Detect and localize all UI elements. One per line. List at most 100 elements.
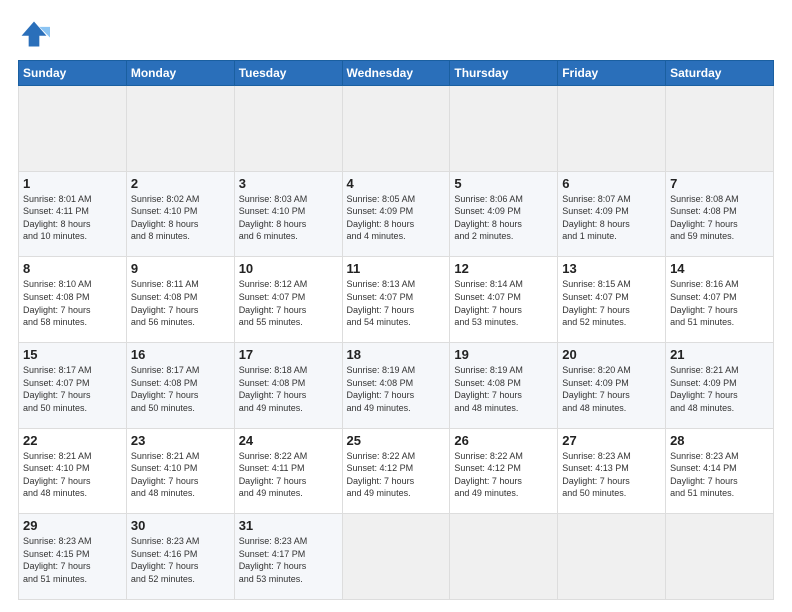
header: [18, 18, 774, 50]
day-info: Sunrise: 8:20 AM Sunset: 4:09 PM Dayligh…: [562, 364, 661, 414]
page: SundayMondayTuesdayWednesdayThursdayFrid…: [0, 0, 792, 612]
day-info: Sunrise: 8:23 AM Sunset: 4:15 PM Dayligh…: [23, 535, 122, 585]
day-number: 8: [23, 261, 122, 276]
day-info: Sunrise: 8:19 AM Sunset: 4:08 PM Dayligh…: [347, 364, 446, 414]
calendar-week-row: 1 Sunrise: 8:01 AM Sunset: 4:11 PM Daylig…: [19, 171, 774, 257]
calendar-cell: 19 Sunrise: 8:19 AM Sunset: 4:08 PM Dayli…: [450, 342, 558, 428]
calendar-cell: 18 Sunrise: 8:19 AM Sunset: 4:08 PM Dayli…: [342, 342, 450, 428]
calendar-cell: 24Sunrise: 8:22 AM Sunset: 4:11 PM Dayli…: [234, 428, 342, 514]
day-number: 30: [131, 518, 230, 533]
calendar-cell: 1 Sunrise: 8:01 AM Sunset: 4:11 PM Daylig…: [19, 171, 127, 257]
calendar-cell: [450, 86, 558, 172]
calendar-cell: 7 Sunrise: 8:08 AM Sunset: 4:08 PM Daylig…: [666, 171, 774, 257]
day-info: Sunrise: 8:22 AM Sunset: 4:11 PM Dayligh…: [239, 450, 338, 500]
day-number: 25: [347, 433, 446, 448]
calendar-header-row: SundayMondayTuesdayWednesdayThursdayFrid…: [19, 61, 774, 86]
calendar-cell: 15 Sunrise: 8:17 AM Sunset: 4:07 PM Dayli…: [19, 342, 127, 428]
day-info: Sunrise: 8:15 AM Sunset: 4:07 PM Dayligh…: [562, 278, 661, 328]
day-info: Sunrise: 8:14 AM Sunset: 4:07 PM Dayligh…: [454, 278, 553, 328]
day-info: Sunrise: 8:23 AM Sunset: 4:17 PM Dayligh…: [239, 535, 338, 585]
day-info: Sunrise: 8:17 AM Sunset: 4:08 PM Dayligh…: [131, 364, 230, 414]
calendar-cell: 2 Sunrise: 8:02 AM Sunset: 4:10 PM Daylig…: [126, 171, 234, 257]
day-info: Sunrise: 8:19 AM Sunset: 4:08 PM Dayligh…: [454, 364, 553, 414]
day-number: 1: [23, 176, 122, 191]
day-number: 11: [347, 261, 446, 276]
logo-icon: [18, 18, 50, 50]
day-info: Sunrise: 8:02 AM Sunset: 4:10 PM Dayligh…: [131, 193, 230, 243]
calendar-cell: 23 Sunrise: 8:21 AM Sunset: 4:10 PM Dayli…: [126, 428, 234, 514]
calendar-cell: 3 Sunrise: 8:03 AM Sunset: 4:10 PM Daylig…: [234, 171, 342, 257]
calendar-cell: [126, 86, 234, 172]
calendar-header-wednesday: Wednesday: [342, 61, 450, 86]
day-info: Sunrise: 8:22 AM Sunset: 4:12 PM Dayligh…: [454, 450, 553, 500]
calendar-cell: 21Sunrise: 8:21 AM Sunset: 4:09 PM Dayli…: [666, 342, 774, 428]
calendar-cell: [558, 514, 666, 600]
day-number: 20: [562, 347, 661, 362]
day-number: 14: [670, 261, 769, 276]
day-info: Sunrise: 8:01 AM Sunset: 4:11 PM Dayligh…: [23, 193, 122, 243]
day-number: 5: [454, 176, 553, 191]
calendar-cell: [342, 514, 450, 600]
logo: [18, 18, 54, 50]
day-number: 9: [131, 261, 230, 276]
day-number: 28: [670, 433, 769, 448]
calendar-cell: 13 Sunrise: 8:15 AM Sunset: 4:07 PM Dayli…: [558, 257, 666, 343]
day-info: Sunrise: 8:23 AM Sunset: 4:13 PM Dayligh…: [562, 450, 661, 500]
day-info: Sunrise: 8:05 AM Sunset: 4:09 PM Dayligh…: [347, 193, 446, 243]
calendar-week-row: 8Sunrise: 8:10 AM Sunset: 4:08 PM Daylig…: [19, 257, 774, 343]
day-number: 31: [239, 518, 338, 533]
calendar-cell: 31 Sunrise: 8:23 AM Sunset: 4:17 PM Dayli…: [234, 514, 342, 600]
day-info: Sunrise: 8:21 AM Sunset: 4:10 PM Dayligh…: [131, 450, 230, 500]
day-info: Sunrise: 8:23 AM Sunset: 4:16 PM Dayligh…: [131, 535, 230, 585]
day-number: 3: [239, 176, 338, 191]
calendar-cell: 20 Sunrise: 8:20 AM Sunset: 4:09 PM Dayli…: [558, 342, 666, 428]
day-number: 22: [23, 433, 122, 448]
calendar-cell: [19, 86, 127, 172]
day-number: 2: [131, 176, 230, 191]
calendar-cell: 29 Sunrise: 8:23 AM Sunset: 4:15 PM Dayli…: [19, 514, 127, 600]
calendar-header-sunday: Sunday: [19, 61, 127, 86]
day-number: 16: [131, 347, 230, 362]
calendar-header-monday: Monday: [126, 61, 234, 86]
day-info: Sunrise: 8:12 AM Sunset: 4:07 PM Dayligh…: [239, 278, 338, 328]
day-number: 7: [670, 176, 769, 191]
calendar-cell: [666, 86, 774, 172]
day-number: 19: [454, 347, 553, 362]
day-number: 4: [347, 176, 446, 191]
calendar-cell: 10Sunrise: 8:12 AM Sunset: 4:07 PM Dayli…: [234, 257, 342, 343]
day-info: Sunrise: 8:17 AM Sunset: 4:07 PM Dayligh…: [23, 364, 122, 414]
calendar-header-friday: Friday: [558, 61, 666, 86]
calendar-cell: 11 Sunrise: 8:13 AM Sunset: 4:07 PM Dayli…: [342, 257, 450, 343]
calendar-cell: 26 Sunrise: 8:22 AM Sunset: 4:12 PM Dayli…: [450, 428, 558, 514]
calendar-cell: 17 Sunrise: 8:18 AM Sunset: 4:08 PM Dayli…: [234, 342, 342, 428]
calendar-cell: 14Sunrise: 8:16 AM Sunset: 4:07 PM Dayli…: [666, 257, 774, 343]
day-info: Sunrise: 8:18 AM Sunset: 4:08 PM Dayligh…: [239, 364, 338, 414]
calendar-cell: 9 Sunrise: 8:11 AM Sunset: 4:08 PM Daylig…: [126, 257, 234, 343]
calendar-cell: 27Sunrise: 8:23 AM Sunset: 4:13 PM Dayli…: [558, 428, 666, 514]
day-info: Sunrise: 8:03 AM Sunset: 4:10 PM Dayligh…: [239, 193, 338, 243]
day-info: Sunrise: 8:22 AM Sunset: 4:12 PM Dayligh…: [347, 450, 446, 500]
day-info: Sunrise: 8:08 AM Sunset: 4:08 PM Dayligh…: [670, 193, 769, 243]
day-info: Sunrise: 8:06 AM Sunset: 4:09 PM Dayligh…: [454, 193, 553, 243]
day-info: Sunrise: 8:07 AM Sunset: 4:09 PM Dayligh…: [562, 193, 661, 243]
calendar-cell: 22Sunrise: 8:21 AM Sunset: 4:10 PM Dayli…: [19, 428, 127, 514]
day-number: 29: [23, 518, 122, 533]
calendar-week-row: [19, 86, 774, 172]
day-number: 26: [454, 433, 553, 448]
day-number: 18: [347, 347, 446, 362]
day-info: Sunrise: 8:13 AM Sunset: 4:07 PM Dayligh…: [347, 278, 446, 328]
calendar-cell: 16 Sunrise: 8:17 AM Sunset: 4:08 PM Dayli…: [126, 342, 234, 428]
day-number: 13: [562, 261, 661, 276]
calendar-cell: 25 Sunrise: 8:22 AM Sunset: 4:12 PM Dayli…: [342, 428, 450, 514]
day-number: 12: [454, 261, 553, 276]
calendar-cell: [450, 514, 558, 600]
calendar-cell: [234, 86, 342, 172]
calendar-header-saturday: Saturday: [666, 61, 774, 86]
day-info: Sunrise: 8:11 AM Sunset: 4:08 PM Dayligh…: [131, 278, 230, 328]
day-number: 23: [131, 433, 230, 448]
calendar-header-thursday: Thursday: [450, 61, 558, 86]
calendar-week-row: 29 Sunrise: 8:23 AM Sunset: 4:15 PM Dayli…: [19, 514, 774, 600]
day-number: 15: [23, 347, 122, 362]
day-number: 17: [239, 347, 338, 362]
calendar-cell: 4 Sunrise: 8:05 AM Sunset: 4:09 PM Daylig…: [342, 171, 450, 257]
